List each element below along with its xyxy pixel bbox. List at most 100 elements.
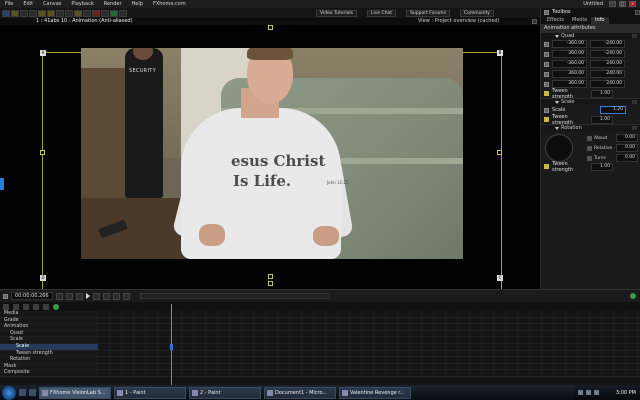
menu-help[interactable]: Help — [127, 1, 148, 7]
track-lane[interactable] — [98, 370, 640, 376]
corner-handle-d[interactable]: D — [40, 275, 46, 281]
view-mode-select[interactable]: View : Project overview (cached) — [418, 18, 500, 25]
brush-icon[interactable] — [43, 303, 49, 310]
track-scale-group[interactable]: Scale — [0, 337, 640, 344]
menu-fxhome-link[interactable]: FXhome.com — [148, 1, 191, 7]
corner-handle-c[interactable]: C — [497, 275, 503, 281]
settings-icon[interactable] — [119, 9, 127, 17]
new-project-icon[interactable] — [2, 9, 10, 17]
keyframe-marker[interactable] — [170, 344, 173, 350]
minimize-button[interactable]: – — [609, 1, 616, 7]
track-composite[interactable]: Composite — [0, 370, 640, 377]
move-keyframe-icon[interactable] — [13, 303, 19, 310]
network-icon[interactable] — [578, 390, 583, 395]
video-tutorials-link[interactable]: Video Tutorials — [316, 9, 357, 17]
scale-value[interactable]: 1.20 — [600, 106, 626, 114]
quad-d-y[interactable]: 240.00 — [590, 70, 625, 78]
save-icon[interactable] — [20, 9, 28, 17]
select-tool-icon[interactable] — [56, 9, 64, 17]
render-icon[interactable] — [29, 9, 37, 17]
maximize-button[interactable]: □ — [619, 1, 626, 7]
track-lane[interactable] — [98, 350, 640, 357]
track-lane[interactable] — [98, 317, 640, 324]
pen-tool-icon[interactable] — [74, 9, 82, 17]
section-menu-icon[interactable] — [632, 126, 637, 130]
step-back-icon[interactable] — [102, 292, 110, 300]
add-keyframe-icon[interactable] — [3, 303, 9, 310]
taskbar-item-word[interactable]: Document1 - Micro... — [264, 386, 336, 399]
timecode-display[interactable]: 00:00:00.266 — [11, 292, 53, 300]
preview-icon[interactable] — [110, 9, 118, 17]
toolbox-collapse-icon[interactable] — [544, 9, 549, 15]
track-media[interactable]: Media — [0, 311, 640, 318]
zoom-tool-icon[interactable] — [101, 9, 109, 17]
taskbar-item-browser[interactable]: Valentine Revenge r... — [339, 386, 411, 399]
curve-icon[interactable] — [33, 303, 39, 310]
rotation-tween-value[interactable]: 1.00 — [591, 162, 613, 171]
quad-a-y[interactable]: -240.00 — [590, 40, 625, 48]
track-tween-strength[interactable]: Tween strength — [0, 350, 640, 358]
quad-e-y[interactable]: 240.00 — [590, 80, 625, 88]
section-menu-icon[interactable] — [632, 100, 637, 104]
menu-canvas[interactable]: Canvas — [38, 1, 66, 7]
track-lane[interactable] — [98, 357, 640, 363]
start-button[interactable] — [2, 385, 16, 400]
transform-tool-icon[interactable] — [83, 9, 91, 17]
outer-handle-bottom[interactable] — [268, 281, 273, 286]
canvas-viewport[interactable]: A B D C SECURITY esus Christ Is Life. Jo… — [0, 25, 540, 306]
track-scale[interactable]: Scale — [0, 343, 640, 351]
quad-b-y[interactable]: -240.00 — [590, 50, 625, 58]
security-tray-icon[interactable] — [594, 390, 599, 395]
quad-c-y[interactable]: 240.00 — [590, 60, 625, 68]
out-point-icon[interactable] — [75, 292, 83, 300]
turns-value[interactable]: 0.00 — [616, 154, 638, 162]
edge-handle-left[interactable] — [40, 150, 45, 155]
track-lane[interactable] — [98, 337, 640, 343]
tab-media[interactable]: Media — [568, 17, 591, 24]
timeline-collapse-icon[interactable] — [3, 293, 8, 299]
rotation-section-header[interactable]: Rotation — [541, 124, 640, 131]
add-layer-icon[interactable] — [53, 303, 59, 310]
step-forward-icon[interactable] — [112, 292, 120, 300]
loop-icon[interactable] — [55, 292, 63, 300]
menu-render[interactable]: Render — [99, 1, 127, 7]
corner-handle-b[interactable]: B — [497, 50, 503, 56]
close-button[interactable]: × — [629, 1, 636, 7]
edge-handle-bottom[interactable] — [268, 274, 273, 279]
tab-effects[interactable]: Effects — [543, 17, 568, 24]
quick-launch-icon[interactable] — [19, 389, 26, 396]
quad-d-x[interactable]: 360.00 — [552, 70, 587, 78]
quad-tween-value[interactable]: 1.00 — [591, 89, 613, 98]
rotation-dial[interactable] — [545, 134, 573, 162]
toolbox-close-icon[interactable] — [635, 9, 640, 15]
section-menu-icon[interactable] — [632, 34, 637, 38]
track-lane[interactable] — [98, 330, 640, 337]
edge-handle-right[interactable] — [497, 150, 502, 155]
track-lane[interactable] — [98, 324, 640, 330]
move-tool-icon[interactable] — [65, 9, 73, 17]
community-link[interactable]: Community — [459, 9, 494, 17]
in-point-icon[interactable] — [65, 292, 73, 300]
redo-icon[interactable] — [47, 9, 55, 17]
track-rotation[interactable]: Rotation — [0, 357, 640, 364]
outer-handle-top[interactable] — [268, 25, 273, 30]
relative-value[interactable]: 0.00 — [616, 144, 638, 152]
track-grade[interactable]: Grade — [0, 317, 640, 325]
taskbar-item-paint-1[interactable]: 1 - Paint — [114, 386, 186, 399]
taskbar-item-paint-2[interactable]: 2 - Paint — [189, 386, 261, 399]
viewer-close-icon[interactable] — [532, 19, 537, 24]
tab-info[interactable]: Info — [591, 17, 609, 24]
quick-launch-icon[interactable] — [29, 389, 36, 396]
track-mask[interactable]: Mask — [0, 363, 640, 371]
menu-playback[interactable]: Playback — [66, 1, 98, 7]
about-value[interactable]: 0.00 — [616, 134, 638, 142]
track-quad[interactable]: Quad — [0, 330, 640, 338]
mask-tool-icon[interactable] — [92, 9, 100, 17]
stop-icon[interactable] — [122, 292, 130, 300]
track-lane[interactable] — [98, 343, 640, 350]
quad-b-x[interactable]: 360.00 — [552, 50, 587, 58]
track-lane[interactable] — [98, 363, 640, 370]
support-forums-link[interactable]: Support Forums — [406, 9, 450, 17]
corner-handle-a[interactable]: A — [40, 50, 46, 56]
volume-icon[interactable] — [586, 390, 591, 395]
